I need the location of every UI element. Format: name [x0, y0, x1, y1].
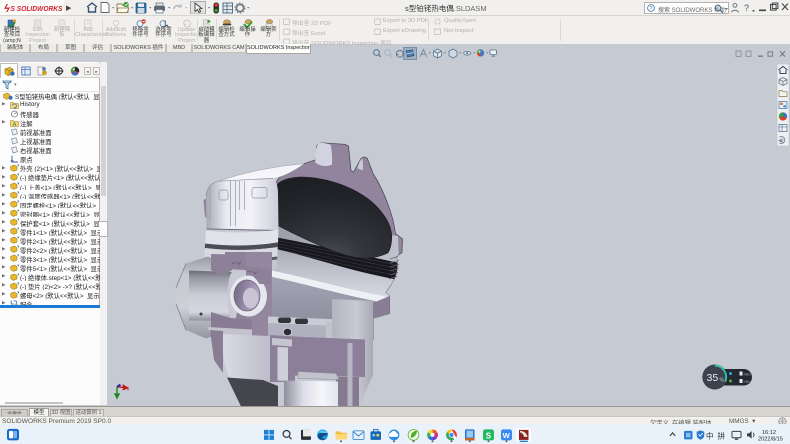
svg-text:%: %	[720, 378, 725, 384]
svg-text:KB/s: KB/s	[744, 373, 752, 377]
svg-text:中: 中	[706, 430, 714, 440]
svg-text:x: x	[127, 387, 130, 393]
svg-text:16:12: 16:12	[762, 430, 776, 436]
svg-text:?: ?	[744, 3, 749, 13]
svg-text:KB/s: KB/s	[744, 380, 752, 384]
svg-text:2022/8/15: 2022/8/15	[758, 436, 783, 442]
svg-text:A: A	[13, 122, 17, 127]
svg-text:S: S	[486, 431, 492, 440]
svg-text:W: W	[503, 431, 511, 440]
svg-text:S SOLIDWORKS: S SOLIDWORKS	[11, 4, 63, 13]
svg-text:?: ?	[649, 6, 652, 12]
svg-text:35: 35	[707, 372, 719, 384]
svg-text:拼: 拼	[718, 430, 726, 440]
svg-text:ϟ: ϟ	[4, 3, 10, 14]
